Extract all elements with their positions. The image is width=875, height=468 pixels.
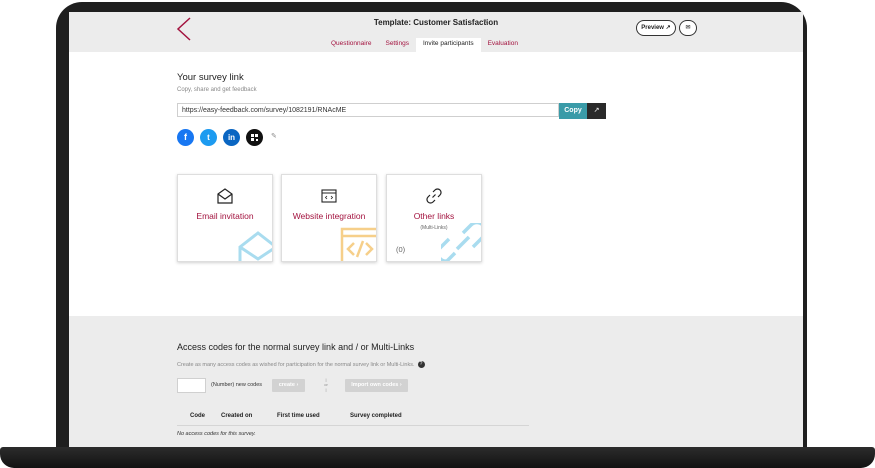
other-links-card[interactable]: Other links (Multi-Links) (0): [386, 174, 482, 262]
open-link-button[interactable]: ↗: [587, 103, 606, 119]
preview-label: Preview: [641, 25, 664, 31]
top-bar: Template: Customer Satisfaction ✎ ⬩ Ques…: [69, 12, 803, 52]
tab-settings[interactable]: Settings: [378, 38, 416, 52]
external-link-icon: ↗: [593, 107, 600, 114]
access-codes-description-text: Create as many access codes as wished fo…: [177, 361, 415, 368]
new-codes-label: (Number) new codes: [211, 382, 263, 388]
new-codes-number-input[interactable]: [177, 378, 206, 393]
email-preview-button[interactable]: ✉: [679, 20, 697, 36]
facebook-icon[interactable]: f: [177, 129, 194, 146]
chevron-right-icon: ›: [399, 382, 402, 388]
column-header-survey-completed: Survey completed: [350, 413, 402, 419]
code-window-decoration-icon: [340, 227, 376, 261]
envelope-icon: [217, 188, 233, 204]
other-links-count: (0): [396, 245, 406, 254]
envelope-decoration-icon: [238, 231, 272, 261]
copy-button[interactable]: Copy: [559, 103, 587, 119]
column-header-first-time-used: First time used: [277, 413, 320, 419]
app-screen: Template: Customer Satisfaction ✎ ⬩ Ques…: [69, 12, 803, 447]
twitter-icon[interactable]: t: [200, 129, 217, 146]
table-divider: [177, 425, 529, 426]
survey-url-field[interactable]: https://easy-feedback.com/survey/1082191…: [177, 103, 559, 117]
external-link-icon: ↗: [665, 25, 671, 31]
survey-link-heading: Your survey link: [177, 72, 244, 83]
create-label: create: [278, 382, 295, 388]
help-icon[interactable]: ?: [417, 361, 425, 368]
or-label: or: [324, 382, 328, 387]
title-icons: ✎ ⬩: [483, 18, 493, 27]
survey-link-subtitle: Copy, share and get feedback: [177, 87, 257, 93]
laptop-base: [0, 447, 875, 468]
tab-evaluation[interactable]: Evaluation: [481, 38, 525, 52]
link-icon: [426, 188, 442, 204]
email-invitation-label: Email invitation: [196, 211, 254, 221]
edit-pencil-icon[interactable]: ✎: [483, 19, 489, 26]
qr-code-icon[interactable]: [246, 129, 263, 146]
website-integration-card[interactable]: Website integration: [281, 174, 377, 262]
access-codes-description: Create as many access codes as wished fo…: [177, 361, 425, 368]
link-decoration-icon: [441, 223, 481, 261]
import-label: Import own codes: [351, 382, 399, 388]
qr-glyph: [251, 134, 258, 141]
create-codes-button[interactable]: create ›: [272, 379, 305, 392]
linkedin-icon[interactable]: in: [223, 129, 240, 146]
access-codes-heading: Access codes for the normal survey link …: [177, 342, 415, 352]
edit-share-icon[interactable]: ✎: [271, 132, 277, 140]
or-separator: | or |: [324, 377, 328, 392]
code-window-icon: [321, 189, 337, 203]
envelope-icon: ✉: [685, 25, 691, 31]
preview-button[interactable]: Preview ↗: [636, 20, 676, 36]
empty-state-text: No access codes for this survey.: [177, 431, 256, 437]
website-integration-label: Website integration: [292, 211, 366, 221]
other-links-label: Other links: [413, 211, 455, 221]
email-invitation-card[interactable]: Email invitation: [177, 174, 273, 262]
tag-icon[interactable]: ⬩: [491, 19, 494, 26]
chevron-right-icon: ›: [296, 382, 299, 388]
tab-bar: Questionnaire Settings Invite participan…: [324, 38, 525, 52]
tab-invite-participants[interactable]: Invite participants: [415, 38, 481, 52]
column-header-code: Code: [190, 413, 205, 419]
tab-questionnaire[interactable]: Questionnaire: [324, 38, 378, 52]
import-own-codes-button[interactable]: Import own codes ›: [345, 379, 408, 392]
column-header-created-on: Created on: [221, 413, 253, 419]
